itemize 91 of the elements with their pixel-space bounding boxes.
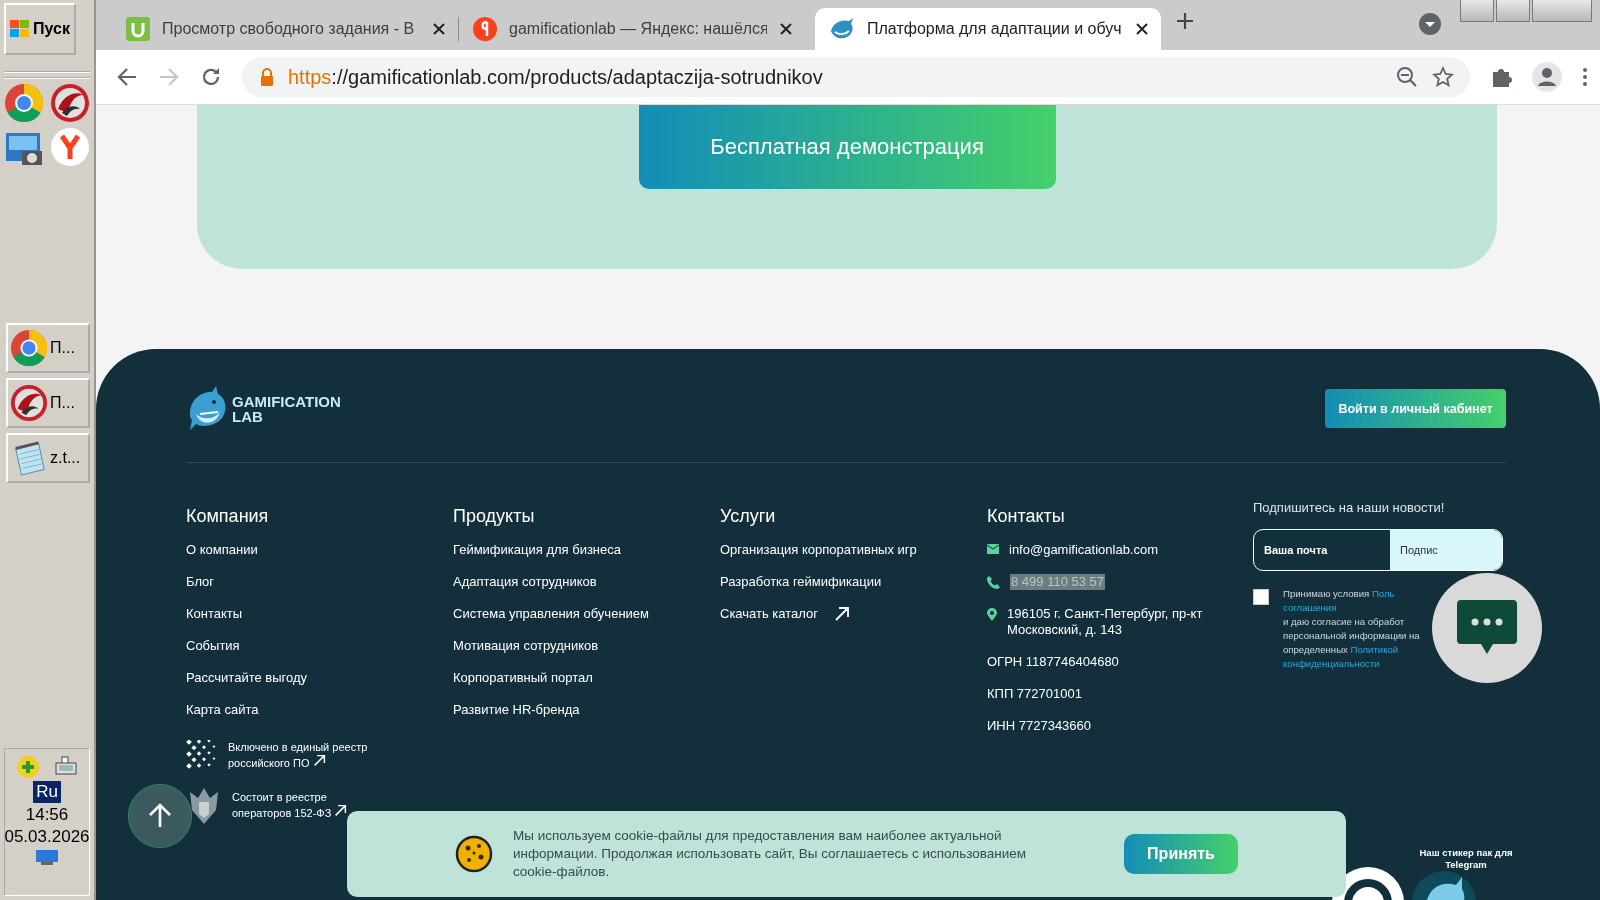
footer-link[interactable]: Контакты xyxy=(186,606,243,638)
update-icon xyxy=(16,755,40,779)
desktop-icon[interactable] xyxy=(35,849,59,865)
url-text: https://gamificationlab.com/products/adaptaczija-sotrudnikov xyxy=(288,65,823,89)
minimize-button[interactable] xyxy=(1460,0,1494,22)
footer-link[interactable]: Рассчитайте выгоду xyxy=(186,670,308,702)
reload-icon[interactable] xyxy=(200,66,222,88)
close-icon[interactable] xyxy=(432,22,446,36)
subscribe-title: Подпишитесь на наши новости! xyxy=(1253,500,1445,515)
y-logo-icon xyxy=(50,127,90,167)
contact-text: ИНН 7727343660 xyxy=(987,718,1092,734)
browser-tab[interactable]: Просмотр свободного задания - В xyxy=(112,8,458,50)
toolbar-grip[interactable] xyxy=(4,71,90,79)
column-heading: Продукты xyxy=(453,506,535,528)
dot-grid-icon xyxy=(186,740,218,770)
zoom-icon[interactable] xyxy=(1396,66,1418,88)
footer-link[interactable]: О компании xyxy=(186,542,258,574)
footer-link[interactable]: Адаптация сотрудников xyxy=(453,574,597,606)
lock-icon[interactable] xyxy=(260,68,274,86)
language-indicator[interactable]: Ru xyxy=(33,781,61,803)
column-heading: Услуги xyxy=(720,506,776,528)
consent-text: и даю согласие на обработ xyxy=(1283,616,1405,627)
consent-link[interactable]: Поль xyxy=(1371,588,1395,599)
logo-text: GAMIFICATION LAB xyxy=(232,393,341,424)
footer-link[interactable]: Карта сайта xyxy=(186,702,259,734)
close-icon[interactable] xyxy=(1135,22,1149,36)
back-icon[interactable] xyxy=(116,66,138,88)
consent-link[interactable]: конфиденциальности xyxy=(1283,658,1380,669)
profile-icon[interactable] xyxy=(1532,62,1562,92)
consent-checkbox[interactable] xyxy=(1253,589,1269,605)
footer-link[interactable]: Геймификация для бизнеса xyxy=(453,542,621,574)
location-pin-icon xyxy=(987,608,997,621)
clock-time: 14:56 xyxy=(25,805,69,825)
footer-link[interactable]: События xyxy=(186,638,240,670)
taskbar-window-button[interactable]: П... xyxy=(6,378,90,428)
consent-link[interactable]: Политикой xyxy=(1350,644,1399,655)
puzzle-icon[interactable] xyxy=(1490,66,1512,88)
contact-text: КПП 772701001 xyxy=(987,686,1082,702)
browser-icon xyxy=(10,329,48,367)
consent-text: определенных xyxy=(1283,644,1349,655)
restore-button[interactable] xyxy=(1496,0,1530,22)
new-tab-icon[interactable] xyxy=(1175,11,1195,31)
close-icon[interactable] xyxy=(779,22,793,36)
subscribe-button[interactable]: Подпис xyxy=(1390,530,1502,570)
star-icon[interactable] xyxy=(1432,66,1454,88)
footer-link[interactable]: Скачать каталог xyxy=(720,606,851,638)
contact-text: ОГРН 1187746404680 xyxy=(987,654,1119,670)
consent-text: персональной информации на xyxy=(1283,630,1420,641)
taskbar-window-button[interactable]: z.t... xyxy=(6,433,90,483)
contact-link[interactable]: info@gamificationlab.com xyxy=(1009,542,1159,558)
envelope-icon xyxy=(987,544,999,554)
browser-icon xyxy=(4,83,44,123)
footer-link[interactable]: Блог xyxy=(186,574,215,606)
browser-tab[interactable]: gamificationlab — Яндекс: нашёлся xyxy=(459,8,805,50)
sticker-caption: Наш стикер пак для Telegram xyxy=(1418,847,1514,871)
phone-icon xyxy=(987,576,1000,589)
arrow-up-right-icon xyxy=(312,754,326,767)
footer-link[interactable]: Мотивация сотрудников xyxy=(453,638,599,670)
close-window-button[interactable] xyxy=(1532,0,1592,22)
registry-link[interactable]: Состоит в реестре операторов 152-ФЗ xyxy=(232,790,382,820)
footer-link[interactable]: Разработка геймификации xyxy=(720,574,882,606)
chat-icon xyxy=(1457,600,1517,656)
windows-logo-icon xyxy=(10,20,30,38)
arrow-up-right-icon xyxy=(334,804,348,817)
consent-link[interactable]: соглашения xyxy=(1283,602,1337,613)
contact-link[interactable]: 196105 г. Санкт-Петербург, пр-кт Московский, д. 143 xyxy=(1007,606,1227,638)
registry-link[interactable]: Включено в единый реестр российского ПО xyxy=(228,740,378,770)
browser-tab[interactable]: Платформа для адаптации и обуч xyxy=(815,8,1161,50)
search-engine-favicon-icon xyxy=(473,17,497,41)
taskbar-window-button[interactable]: П... xyxy=(6,323,90,373)
footer-link[interactable]: Организация корпоративных игр xyxy=(720,542,917,574)
email-field[interactable]: Ваша почта Подпис xyxy=(1253,529,1503,571)
swirl-icon xyxy=(50,83,90,123)
shark-favicon-icon xyxy=(829,17,855,41)
menu-icon[interactable] xyxy=(1582,67,1588,87)
column-heading: Контакты xyxy=(987,506,1065,528)
swirl-icon xyxy=(10,384,48,422)
cookie-icon xyxy=(455,835,493,873)
arrow-up-icon xyxy=(148,803,172,829)
footer-link[interactable]: Корпоративный портал xyxy=(453,670,593,702)
column-heading: Компания xyxy=(186,506,269,528)
consent-text: Принимаю условия xyxy=(1283,588,1371,599)
clock-date: 05.03.2026 xyxy=(4,827,90,847)
site-favicon-icon xyxy=(126,17,150,41)
start-button[interactable]: Пуск xyxy=(4,3,76,55)
footer-link[interactable]: Развитие HR-бренда xyxy=(453,702,580,734)
address-bar[interactable]: https://gamificationlab.com/products/adaptaczija-sotrudnikov xyxy=(242,57,1470,97)
footer-link[interactable]: Система управления обучением xyxy=(453,606,649,638)
cookie-text: Мы используем cookie-файлы для предоставления вам наиболее актуальной информации. Продолжая использовать сайт, Вы соглашаетесь с использованием cookie-файлов. xyxy=(513,827,1028,881)
arrow-up-right-icon xyxy=(834,606,851,622)
tab-search-icon[interactable] xyxy=(1418,12,1442,36)
